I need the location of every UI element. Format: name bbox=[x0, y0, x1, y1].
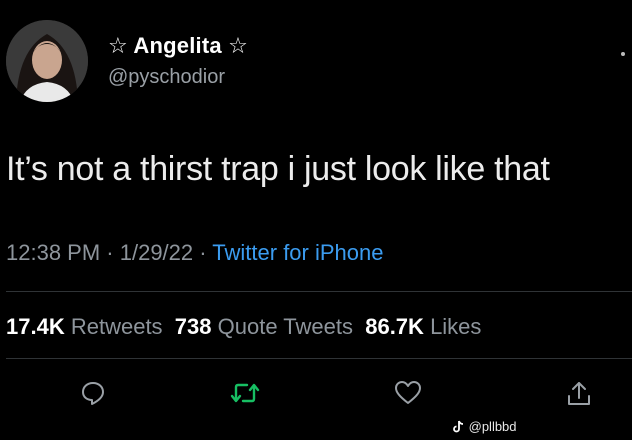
avatar[interactable] bbox=[6, 20, 88, 102]
like-icon bbox=[395, 381, 421, 404]
watermark: @pllbbd bbox=[453, 419, 517, 434]
tweet-text: It’s not a thirst trap i just look like … bbox=[6, 150, 550, 188]
more-options-icon[interactable] bbox=[620, 44, 626, 62]
meta-separator: · bbox=[100, 240, 120, 265]
tweet-stats: 17.4K Retweets 738 Quote Tweets 86.7K Li… bbox=[6, 314, 481, 340]
share-icon bbox=[568, 382, 590, 405]
quote-tweets-stat[interactable]: 738 Quote Tweets bbox=[175, 314, 353, 339]
share-button[interactable] bbox=[566, 380, 592, 413]
retweet-icon bbox=[230, 383, 260, 403]
quote-tweets-count: 738 bbox=[174, 314, 212, 339]
watermark-text: @pllbbd bbox=[468, 419, 517, 434]
tweet-meta: 12:38 PM · 1/29/22 · Twitter for iPhone bbox=[6, 240, 383, 266]
likes-stat[interactable]: 86.7K Likes bbox=[365, 314, 481, 339]
quote-tweets-label: Quote Tweets bbox=[217, 314, 353, 339]
meta-separator: · bbox=[193, 240, 213, 265]
tweet-date[interactable]: 1/29/22 bbox=[120, 240, 193, 265]
retweets-stat[interactable]: 17.4K Retweets bbox=[6, 314, 163, 339]
retweet-button[interactable] bbox=[230, 380, 260, 411]
divider bbox=[6, 291, 632, 292]
retweets-count: 17.4K bbox=[6, 314, 65, 339]
divider bbox=[6, 358, 632, 359]
like-button[interactable] bbox=[394, 380, 422, 411]
tweet-source-link[interactable]: Twitter for iPhone bbox=[212, 240, 383, 265]
retweets-label: Retweets bbox=[70, 314, 163, 339]
display-name[interactable]: ☆ Angelita ☆ bbox=[108, 33, 248, 59]
tiktok-icon bbox=[453, 420, 464, 433]
tweet-time[interactable]: 12:38 PM bbox=[6, 240, 100, 265]
reply-button[interactable] bbox=[80, 380, 106, 411]
avatar-photo bbox=[6, 20, 88, 102]
reply-icon bbox=[82, 382, 104, 405]
likes-count: 86.7K bbox=[365, 314, 424, 339]
user-handle[interactable]: @pyschodior bbox=[108, 66, 225, 89]
likes-label: Likes bbox=[430, 314, 482, 339]
